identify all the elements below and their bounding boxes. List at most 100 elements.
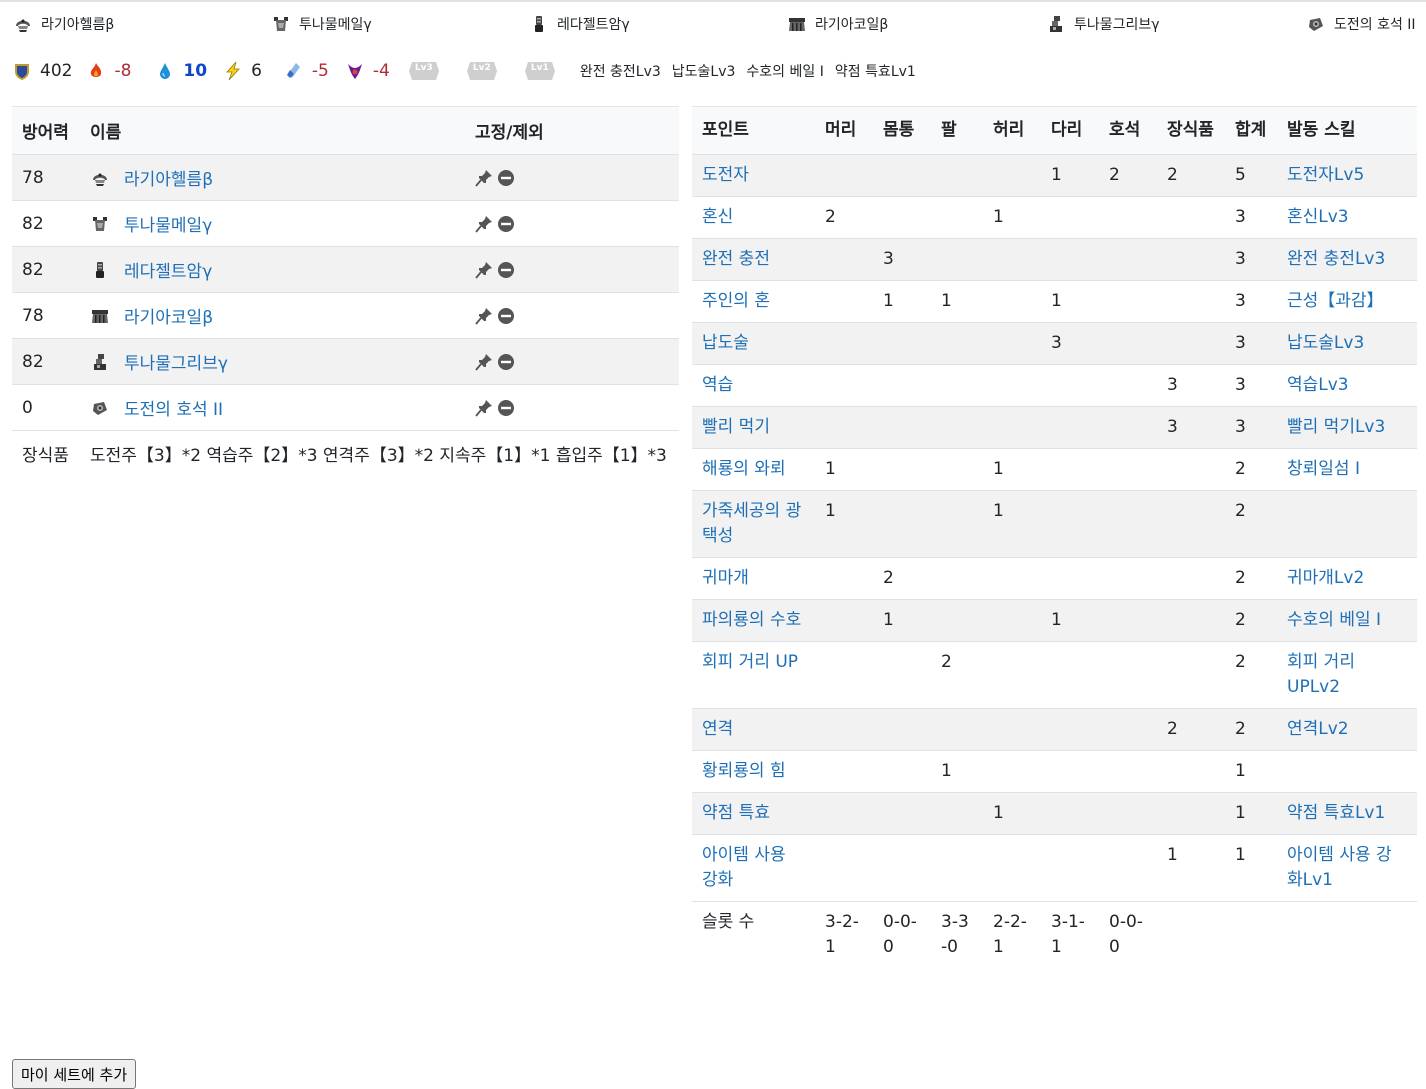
skill-point-link[interactable]: 혼신 [702, 207, 733, 227]
skill-point-cell: 도전자 [692, 155, 815, 197]
point-cell [931, 239, 983, 281]
active-skill-link[interactable]: 완전 충전Lv3 [1287, 249, 1385, 269]
active-skill-link[interactable]: 수호의 베일 I [1287, 610, 1381, 630]
equipment-link[interactable]: 투나물그리브γ [124, 349, 228, 374]
skill-point-link[interactable]: 파의룡의 수호 [702, 610, 801, 630]
skill-point-link[interactable]: 납도술 [702, 333, 749, 353]
equipment-summary: 라기아헬름β 투나물메일γ 레다젤트암γ 라기아코일β 투나물그리브γ 도전의 … [0, 14, 1426, 38]
equipment-link[interactable]: 투나물메일γ [124, 211, 212, 236]
active-skill: 완전 충전Lv3 [579, 64, 661, 80]
point-cell: 1 [1051, 610, 1062, 630]
point-cell [815, 558, 873, 600]
active-skill-link[interactable]: 귀마개Lv2 [1287, 568, 1364, 588]
point-cell [1041, 793, 1099, 835]
free-slot-level: Lv3 [414, 63, 433, 73]
skill-column-header: 발동 스킬 [1287, 120, 1356, 140]
equipment-link[interactable]: 레다젤트암γ [124, 257, 212, 282]
equip-waist: 라기아코일β [787, 14, 888, 34]
pin-icon[interactable] [475, 399, 493, 417]
name-wrap: 투나물그리브γ [90, 349, 455, 374]
skill-point-link[interactable]: 도전자 [702, 165, 749, 185]
defense-shield-icon [12, 61, 32, 81]
skill-point-link[interactable]: 주인의 혼 [702, 291, 770, 311]
point-cell [1099, 197, 1157, 239]
empty-cell [1277, 902, 1417, 969]
skill-point-link[interactable]: 귀마개 [702, 568, 749, 588]
defense-cell: 82 [22, 213, 44, 234]
point-cell: 1 [1167, 845, 1178, 865]
active-skill-link[interactable]: 아이템 사용 강화Lv1 [1287, 845, 1392, 890]
skill-point-link[interactable]: 역습 [702, 375, 733, 395]
point-cell [931, 323, 983, 365]
point-cell [815, 600, 873, 642]
skill-point-cell: 황뢰룡의 힘 [692, 751, 815, 793]
water-icon [155, 61, 175, 81]
point-cell [1041, 407, 1099, 449]
exclude-icon[interactable] [497, 215, 515, 233]
equip-talisman: 도전의 호석 II [1306, 14, 1416, 34]
pin-icon[interactable] [475, 215, 493, 233]
equipment-link[interactable]: 라기아코일β [124, 303, 213, 328]
chest-armor-icon [90, 214, 110, 234]
fix-exclude-controls [475, 215, 669, 233]
pin-icon[interactable] [475, 169, 493, 187]
active-skill-link[interactable]: 약점 특효Lv1 [1287, 803, 1385, 823]
point-cell [1041, 558, 1099, 600]
exclude-icon[interactable] [497, 169, 515, 187]
add-to-my-set-button[interactable]: 마이 세트에 추가 [12, 1059, 137, 1089]
exclude-icon[interactable] [497, 353, 515, 371]
active-skill-link[interactable]: 근성【과감】 [1287, 291, 1384, 311]
point-cell: 1 [1235, 845, 1246, 865]
equipment-link[interactable]: 라기아헬름β [124, 165, 213, 190]
pin-icon[interactable] [475, 307, 493, 325]
fix-exclude-cell [465, 247, 679, 293]
active-skill-link[interactable]: 혼신Lv3 [1287, 207, 1349, 227]
point-cell: 1 [941, 761, 952, 781]
point-cell: 3 [1235, 375, 1246, 395]
empty-cell [1157, 902, 1225, 969]
skill-point-link[interactable]: 빨리 먹기 [702, 417, 770, 437]
pin-icon[interactable] [475, 261, 493, 279]
active-skill-link[interactable]: 도전자Lv5 [1287, 165, 1364, 185]
point-cell [931, 793, 983, 835]
point-cell [1099, 709, 1157, 751]
skill-point-link[interactable]: 아이템 사용 강화 [702, 845, 786, 890]
skill-row: 가죽세공의 광택성 1 1 2 [692, 490, 1417, 558]
skill-row: 연격 2 2 연격Lv2 [692, 708, 1417, 751]
stats-row: 402 -8 10 6 -5 -4 Lv3 Lv2 Lv1 완전 충전Lv3 납… [12, 57, 916, 85]
point-cell [1099, 449, 1157, 491]
skill-point-link[interactable]: 가죽세공의 광택성 [702, 501, 801, 546]
skill-point-link[interactable]: 회피 거리 UP [702, 652, 798, 672]
point-cell: 2 [1235, 652, 1246, 672]
active-skill-link[interactable]: 역습Lv3 [1287, 375, 1349, 395]
skill-point-link[interactable]: 해룡의 와뢰 [702, 459, 786, 479]
free-slot-badge: Lv3 [408, 58, 440, 84]
skill-row: 납도술 3 3 납도술Lv3 [692, 322, 1417, 365]
point-cell [1157, 558, 1225, 600]
skill-point-link[interactable]: 연격 [702, 719, 733, 739]
defense-cell: 82 [22, 259, 44, 280]
point-cell: 1 [1051, 165, 1062, 185]
waist-armor-icon [787, 14, 807, 34]
pin-icon[interactable] [475, 353, 493, 371]
skill-column-header: 호석 [1109, 120, 1141, 140]
point-cell [1041, 239, 1099, 281]
exclude-icon[interactable] [497, 307, 515, 325]
equip-chest: 투나물메일γ [271, 14, 372, 34]
active-skill-link[interactable]: 창뢰일섬 I [1287, 459, 1360, 479]
skill-point-link[interactable]: 황뢰룡의 힘 [702, 761, 786, 781]
skill-point-cell: 귀마개 [692, 558, 815, 600]
defense-cell: 78 [22, 167, 44, 188]
exclude-icon[interactable] [497, 399, 515, 417]
skill-point-link[interactable]: 완전 충전 [702, 249, 770, 269]
equipment-link[interactable]: 도전의 호석 II [124, 395, 223, 420]
active-skill-link[interactable]: 회피 거리 UPLv2 [1287, 652, 1355, 697]
active-skill-link[interactable]: 빨리 먹기Lv3 [1287, 417, 1385, 437]
exclude-icon[interactable] [497, 261, 515, 279]
point-cell [1099, 751, 1157, 793]
active-skill-link[interactable]: 연격Lv2 [1287, 719, 1349, 739]
active-skill-link[interactable]: 납도술Lv3 [1287, 333, 1364, 353]
skill-point-link[interactable]: 약점 특효 [702, 803, 770, 823]
decoration-list: 도전주【3】*2 역습주【2】*3 연격주【3】*2 지속주【1】*1 흡입주【… [90, 446, 667, 467]
helmet-icon [90, 168, 110, 188]
